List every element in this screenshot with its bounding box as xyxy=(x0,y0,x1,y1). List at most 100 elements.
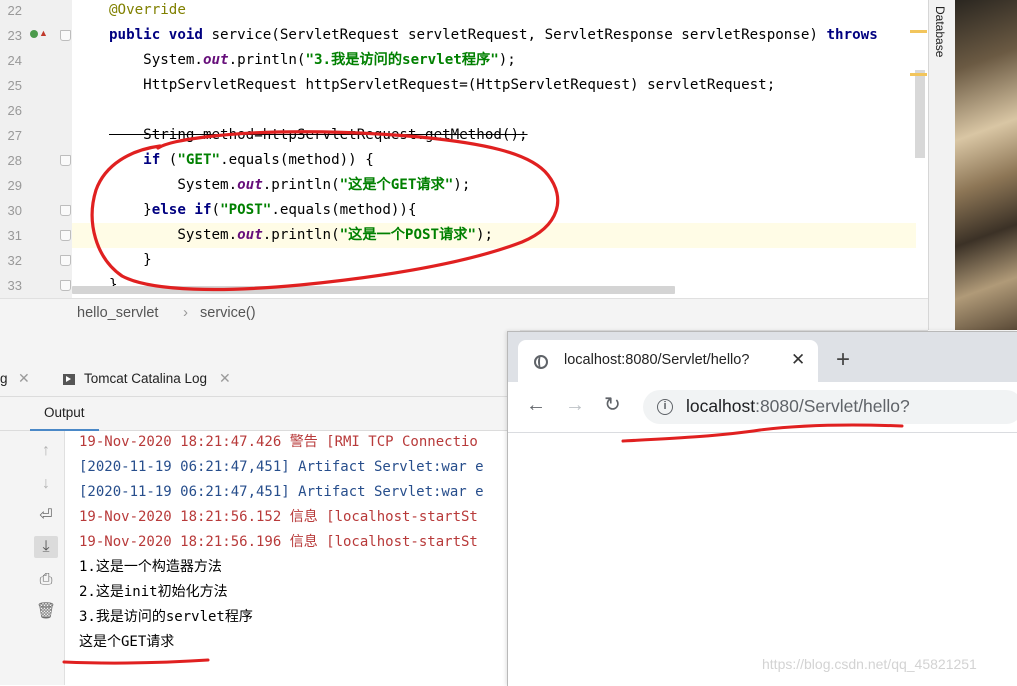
info-icon[interactable]: i xyxy=(657,399,673,415)
line-number: 32 xyxy=(7,253,22,268)
console-line: 3.我是访问的servlet程序 xyxy=(79,609,253,625)
right-tool-strip: Database xyxy=(928,0,955,330)
breadcrumb-class[interactable]: hello_servlet xyxy=(77,305,158,321)
code-token: "3.我是访问的servlet程序" xyxy=(305,52,499,68)
line-number: 30 xyxy=(7,203,22,218)
tab-tomcat-catalina-log[interactable]: Tomcat Catalina Log xyxy=(84,371,207,386)
new-tab-button[interactable]: + xyxy=(836,348,850,372)
code-editor[interactable]: 22 23 24 25 26 27 28 29 30 31 32 33 ▲ @Override publ… xyxy=(0,0,928,298)
breadcrumb-separator-icon: › xyxy=(183,304,188,321)
line-number: 24 xyxy=(7,53,22,68)
code-token: if xyxy=(143,152,169,168)
code-line[interactable]: }else if("POST".equals(method)){ xyxy=(109,198,417,223)
code-line[interactable]: public void service(ServletRequest servl… xyxy=(109,23,878,48)
line-number: 22 xyxy=(7,3,22,18)
code-token: .equals(method)){ xyxy=(271,202,417,218)
console-line: 19-Nov-2020 18:21:56.196 信息 [localhost-s… xyxy=(79,534,478,550)
output-tab-row: Output xyxy=(0,398,520,432)
arrow-down-icon[interactable]: ↓ xyxy=(34,473,58,495)
code-token: @Override xyxy=(109,2,186,18)
code-line[interactable]: System.out.println("这是一个POST请求"); xyxy=(109,223,493,248)
print-icon[interactable]: ⎙ xyxy=(34,569,58,591)
url-text[interactable]: localhost:8080/Servlet/hello? xyxy=(686,396,910,417)
console-line: 这是个GET请求 xyxy=(79,634,175,650)
code-line[interactable]: System.out.println("这是个GET请求"); xyxy=(109,173,470,198)
warning-stripe[interactable] xyxy=(910,30,927,33)
back-arrow-icon[interactable]: ← xyxy=(526,394,546,416)
console-output[interactable]: 19-Nov-2020 18:21:47.426 警告 [RMI TCP Con… xyxy=(65,431,520,685)
reload-icon[interactable]: ↻ xyxy=(604,394,621,416)
url-path: :8080/Servlet/hello? xyxy=(755,396,910,416)
code-token: } xyxy=(109,252,152,268)
warning-stripe[interactable] xyxy=(910,73,927,76)
code-token: "这是个GET请求" xyxy=(339,177,454,193)
fold-marker-icon[interactable] xyxy=(60,30,71,41)
console-side-toolbar: ↑ ↓ ⏎ ⤓ ⎙ 🗑 xyxy=(0,431,65,685)
breadcrumb-method[interactable]: service() xyxy=(200,305,256,321)
code-token: } xyxy=(109,202,152,218)
soft-wrap-icon[interactable]: ⏎ xyxy=(34,505,58,527)
code-token: .println( xyxy=(262,227,340,243)
line-number: 25 xyxy=(7,78,22,93)
fold-marker-icon[interactable] xyxy=(60,205,71,216)
fold-marker-icon[interactable] xyxy=(60,155,71,166)
browser-tab-strip: localhost:8080/Servlet/hello? ✕ + xyxy=(508,332,1017,382)
code-token: throws xyxy=(826,27,878,43)
tool-window-tabs: g ✕ Tomcat Catalina Log ✕ xyxy=(0,364,520,397)
code-token: "POST" xyxy=(220,202,272,218)
forward-arrow-icon[interactable]: → xyxy=(565,394,585,416)
code-token: out xyxy=(237,227,263,243)
fold-marker-icon[interactable] xyxy=(60,280,71,291)
database-tool-button[interactable]: Database xyxy=(933,6,947,57)
code-area[interactable]: @Override public void service(ServletRequ… xyxy=(72,0,928,298)
address-bar[interactable]: i localhost:8080/Servlet/hello? xyxy=(643,390,1017,424)
console-line: 19-Nov-2020 18:21:47.426 警告 [RMI TCP Con… xyxy=(79,434,478,450)
line-number: 27 xyxy=(7,128,22,143)
browser-tab-title: localhost:8080/Servlet/hello? xyxy=(564,352,750,368)
code-token: "GET" xyxy=(177,152,221,168)
code-line[interactable]: @Override xyxy=(109,0,186,23)
arrow-up-icon[interactable]: ↑ xyxy=(34,440,58,462)
trash-icon[interactable]: 🗑 xyxy=(34,601,58,623)
code-token: System. xyxy=(109,227,238,243)
console-line: 2.这是init初始化方法 xyxy=(79,584,228,600)
code-line[interactable]: String method=httpServletRequest.getMeth… xyxy=(109,123,527,148)
close-icon[interactable]: ✕ xyxy=(18,370,30,387)
browser-tab[interactable]: localhost:8080/Servlet/hello? ✕ xyxy=(518,340,818,382)
scroll-to-end-icon[interactable]: ⤓ xyxy=(34,536,58,558)
browser-toolbar: ← → ↻ i localhost:8080/Servlet/hello? xyxy=(508,382,1017,433)
implements-arrow-icon: ▲ xyxy=(39,28,48,38)
code-line[interactable]: HttpServletRequest httpServletRequest=(H… xyxy=(109,73,775,98)
code-token: System. xyxy=(109,52,203,68)
code-token: .println( xyxy=(228,52,306,68)
code-token: out xyxy=(237,177,263,193)
implements-method-icon[interactable] xyxy=(30,30,38,38)
line-number: 28 xyxy=(7,153,22,168)
breadcrumb: hello_servlet › service() xyxy=(0,298,928,331)
editor-gutter: 22 23 24 25 26 27 28 29 30 31 32 33 ▲ xyxy=(0,0,72,298)
code-token: ); xyxy=(453,177,471,193)
fold-marker-icon[interactable] xyxy=(60,230,71,241)
code-line[interactable]: } xyxy=(109,248,152,273)
code-token: System. xyxy=(109,177,238,193)
code-token: .equals(method)) { xyxy=(220,152,374,168)
code-token: "这是一个POST请求" xyxy=(339,227,477,243)
close-icon[interactable]: ✕ xyxy=(791,350,805,370)
fold-marker-icon[interactable] xyxy=(60,255,71,266)
code-token: public void xyxy=(109,27,212,43)
browser-page-content[interactable] xyxy=(508,433,1017,686)
tab-output[interactable]: Output xyxy=(30,398,99,432)
code-line[interactable]: System.out.println("3.我是访问的servlet程序"); xyxy=(109,48,516,73)
code-line[interactable]: if ("GET".equals(method)) { xyxy=(109,148,374,173)
line-number: 29 xyxy=(7,178,22,193)
tab-server[interactable]: g xyxy=(0,371,8,386)
editor-horizontal-scrollbar[interactable] xyxy=(72,286,675,294)
console-line: 19-Nov-2020 18:21:56.152 信息 [localhost-s… xyxy=(79,509,478,525)
close-icon[interactable]: ✕ xyxy=(219,370,231,387)
line-number: 23 xyxy=(7,28,22,43)
code-token: HttpServletRequest httpServletRequest=(H… xyxy=(109,77,776,93)
globe-icon xyxy=(534,355,548,369)
line-number: 31 xyxy=(7,228,22,243)
editor-vertical-scrollbar[interactable] xyxy=(915,70,925,158)
